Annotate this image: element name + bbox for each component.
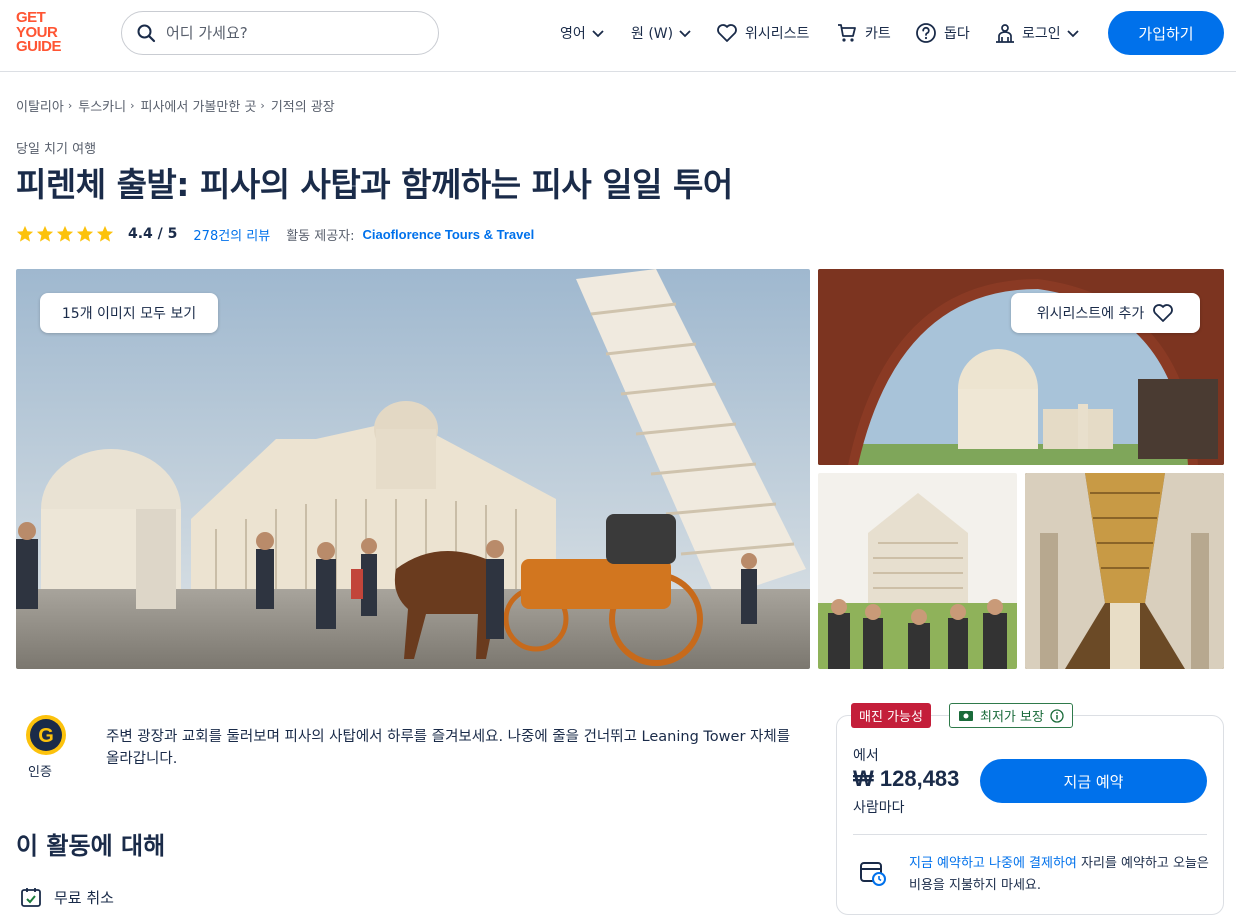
price-per-person-label: 사람마다 xyxy=(853,800,905,816)
add-to-wishlist-button[interactable]: 위시리스트에 추가 xyxy=(1011,293,1200,333)
best-price-tag: 최저가 보장 xyxy=(949,703,1073,728)
logo-line-3: GUIDE xyxy=(16,38,62,55)
chevron-down-icon xyxy=(592,30,604,38)
search-icon xyxy=(137,24,156,43)
heart-icon xyxy=(717,24,737,42)
best-price-label: 최저가 보장 xyxy=(980,710,1044,725)
question-circle-icon xyxy=(916,23,936,43)
activity-category: 당일 치기 여행 xyxy=(16,142,97,157)
cart-label: 카트 xyxy=(865,26,891,42)
calendar-check-icon xyxy=(21,888,41,907)
cart-icon xyxy=(838,24,856,42)
badge-letter: G xyxy=(38,725,54,747)
star-icon xyxy=(16,225,34,242)
reviews-link[interactable]: 278건의 리뷰 xyxy=(193,225,270,244)
view-all-images-button[interactable]: 15개 이미지 모두 보기 xyxy=(40,293,218,333)
signup-button[interactable]: 가입하기 xyxy=(1108,11,1224,55)
book-now-button[interactable]: 지금 예약 xyxy=(980,759,1207,803)
chevron-down-icon xyxy=(1067,30,1079,38)
provider-label: 활동 제공자: xyxy=(286,228,355,244)
about-section-title: 이 활동에 대해 xyxy=(16,832,166,860)
activity-summary: 주변 광장과 교회를 둘러보며 피사의 사탑에서 하루를 즐겨보세요. 나중에 … xyxy=(106,729,791,767)
rating-value: 4.4 / 5 xyxy=(128,226,178,242)
currency-selector[interactable]: 원 (W) xyxy=(631,21,693,45)
gallery-photo-interior[interactable] xyxy=(1025,473,1224,669)
user-group-icon xyxy=(996,24,1014,43)
heart-icon xyxy=(1153,304,1174,322)
money-icon xyxy=(959,710,973,721)
price-from-label: 에서 xyxy=(853,748,879,764)
free-cancellation-label: 무료 취소 xyxy=(54,888,114,907)
search-input[interactable] xyxy=(166,24,416,42)
cart-link[interactable]: 카트 xyxy=(836,21,891,45)
reserve-now-pay-later-link[interactable]: 지금 예약하고 나중에 결제하여 xyxy=(909,856,1077,871)
breadcrumb-item[interactable]: 이탈리아 xyxy=(16,96,64,115)
chevron-down-icon xyxy=(679,30,691,38)
wishlist-label: 위시리스트 xyxy=(745,26,810,42)
price-value: ₩ 128,483 xyxy=(853,766,960,791)
photo-gallery: 15개 이미지 모두 보기 위시리스트에 추가 xyxy=(0,269,1236,669)
site-header: GET YOUR GUIDE 영어 원 (W) 위시리스트 카트 돕다 로그인 … xyxy=(0,0,1236,72)
free-cancellation-row: 무료 취소 xyxy=(20,886,114,908)
calendar-clock-icon xyxy=(860,862,886,886)
certified-badge: G xyxy=(25,714,67,756)
breadcrumb-separator: › xyxy=(130,99,135,112)
login-label: 로그인 xyxy=(1022,26,1061,42)
likely-to-sell-out-tag: 매진 가능성 xyxy=(851,703,931,728)
language-label: 영어 xyxy=(560,26,586,42)
login-menu[interactable]: 로그인 xyxy=(994,21,1081,45)
add-to-wishlist-label: 위시리스트에 추가 xyxy=(1036,306,1145,322)
certified-label: 인증 xyxy=(28,765,52,780)
breadcrumb-item[interactable]: 피사에서 가볼만한 곳 xyxy=(141,96,257,115)
provider-link[interactable]: Ciaoflorence Tours & Travel xyxy=(363,227,535,242)
star-rating xyxy=(16,225,114,243)
star-half-icon xyxy=(96,225,114,242)
breadcrumb: 이탈리아 › 투스카니 › 피사에서 가볼만한 곳 › 기적의 광장 xyxy=(16,96,335,115)
getyourguide-logo[interactable]: GET YOUR GUIDE xyxy=(16,10,74,57)
certified-g-icon: G xyxy=(26,715,66,755)
star-icon xyxy=(76,225,94,242)
gallery-photo-cathedral[interactable] xyxy=(818,473,1017,669)
star-icon xyxy=(56,225,74,242)
help-link[interactable]: 돕다 xyxy=(915,21,970,45)
star-icon xyxy=(36,225,54,242)
language-selector[interactable]: 영어 xyxy=(560,21,606,45)
search-box[interactable] xyxy=(121,11,439,55)
gallery-main-photo[interactable]: 15개 이미지 모두 보기 xyxy=(16,269,810,669)
breadcrumb-item[interactable]: 기적의 광장 xyxy=(271,96,335,115)
info-icon[interactable] xyxy=(1050,708,1064,723)
gallery-photo-baptistery[interactable]: 위시리스트에 추가 xyxy=(818,269,1224,465)
breadcrumb-separator: › xyxy=(67,99,73,112)
rating-row: 4.4 / 5 278건의 리뷰 활동 제공자: Ciaoflorence To… xyxy=(16,223,534,245)
currency-label: 원 (W) xyxy=(631,26,674,42)
help-label: 돕다 xyxy=(944,26,970,42)
wishlist-link[interactable]: 위시리스트 xyxy=(716,21,809,45)
breadcrumb-separator: › xyxy=(260,99,265,112)
breadcrumb-item[interactable]: 투스카니 xyxy=(78,96,126,115)
card-divider xyxy=(853,834,1207,835)
page-title: 피렌체 출발: 피사의 사탑과 함께하는 피사 일일 투어 xyxy=(16,165,733,204)
reserve-now-pay-later-text: 지금 예약하고 나중에 결제하여 자리를 예약하고 오늘은 비용을 지불하지 마… xyxy=(909,853,1209,897)
